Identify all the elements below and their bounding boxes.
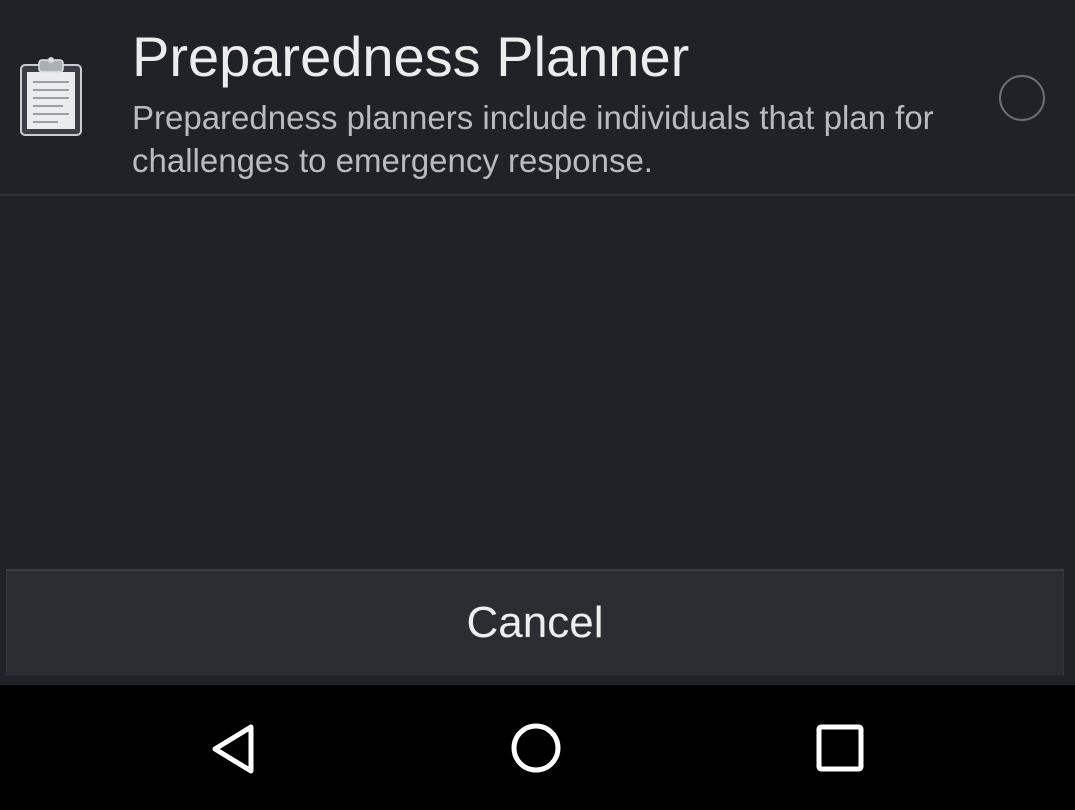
option-description: Preparedness planners include individual… bbox=[132, 99, 934, 179]
option-title: Preparedness Planner bbox=[132, 25, 690, 88]
cancel-button[interactable]: Cancel bbox=[6, 569, 1064, 676]
recents-square-icon[interactable] bbox=[813, 721, 867, 775]
dialog-screen: Preparedness Planner Preparedness planne… bbox=[0, 0, 1075, 685]
option-radio-button[interactable] bbox=[999, 75, 1045, 121]
home-circle-icon[interactable] bbox=[508, 720, 564, 776]
cancel-button-label: Cancel bbox=[466, 598, 604, 647]
option-preparedness-planner[interactable]: Preparedness Planner Preparedness planne… bbox=[0, 0, 1075, 196]
back-triangle-icon[interactable] bbox=[205, 721, 261, 777]
system-navigation-bar bbox=[0, 685, 1075, 810]
clipboard-icon bbox=[20, 57, 82, 136]
